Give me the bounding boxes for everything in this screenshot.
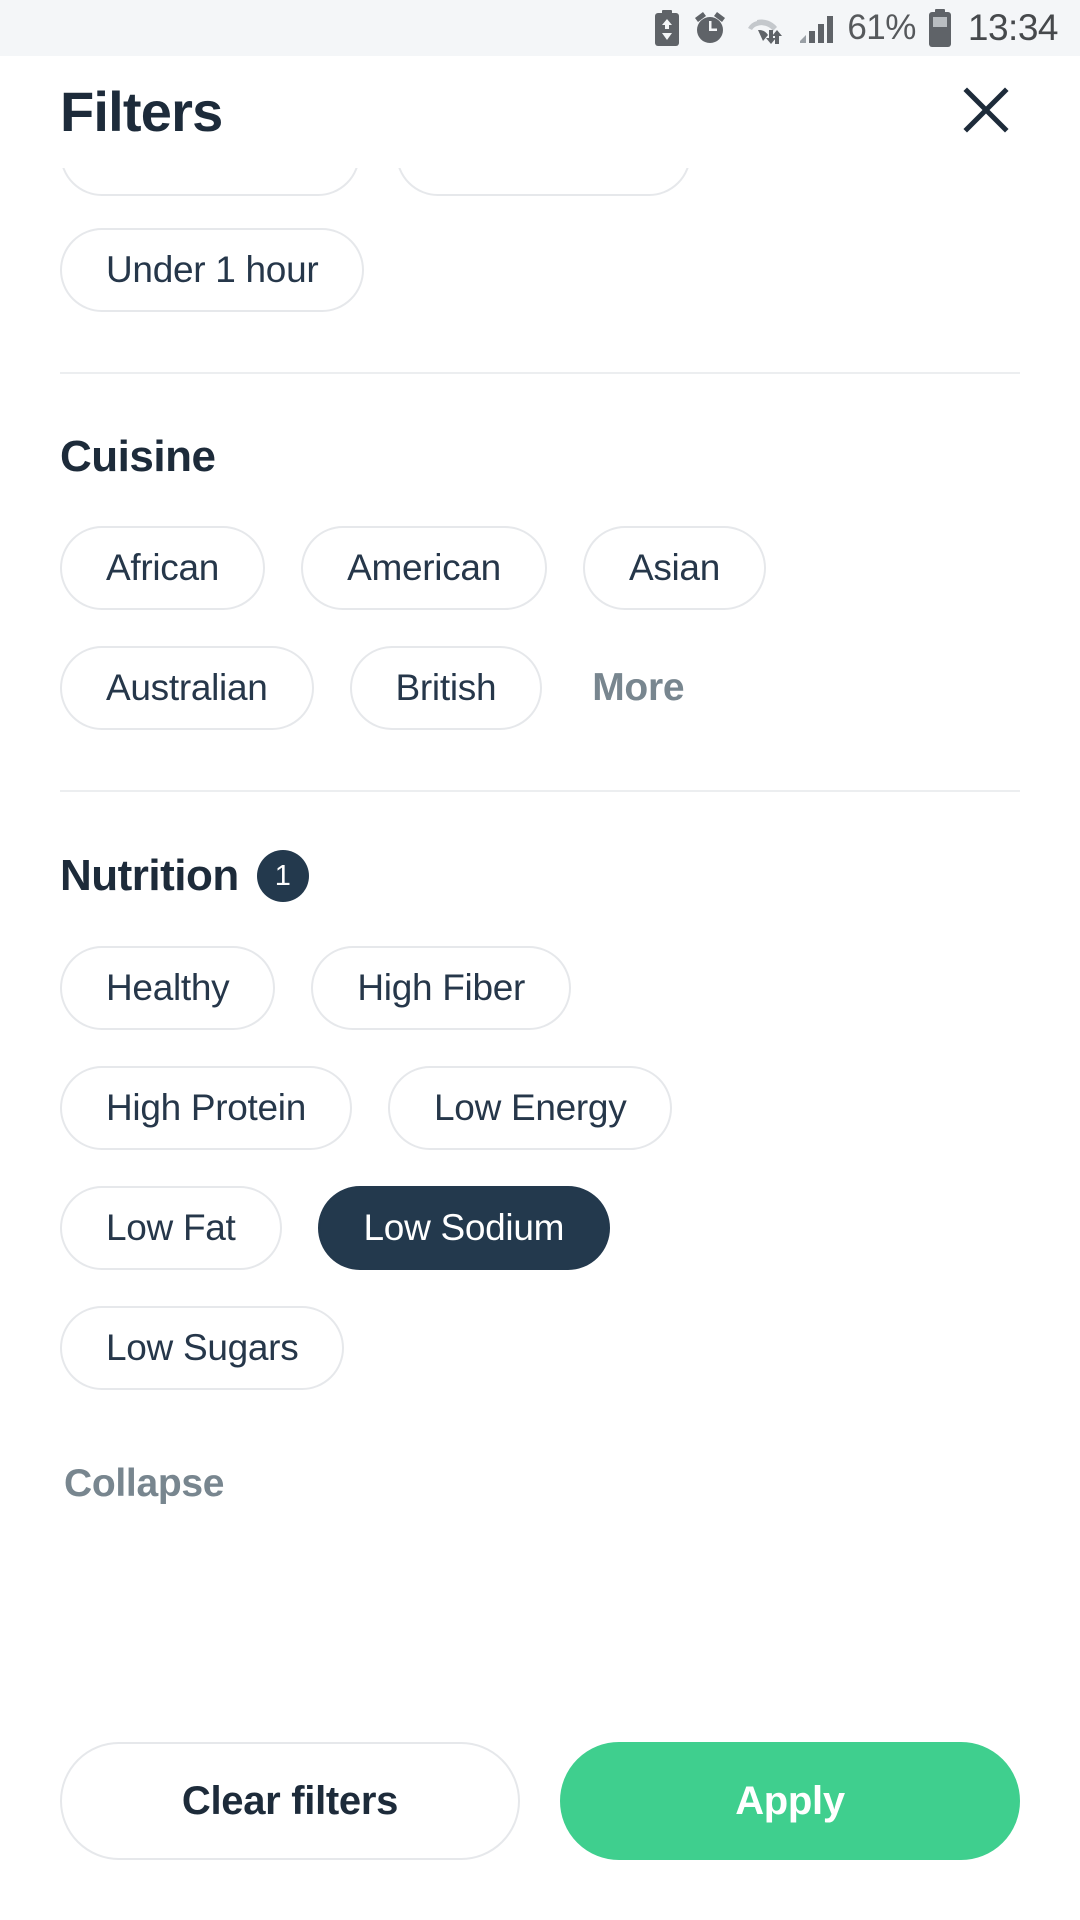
chip-healthy[interactable]: Healthy: [60, 946, 276, 1030]
wifi-data-transfer-icon: [739, 10, 787, 46]
time-chip-row: Under 1 hour: [60, 228, 1020, 348]
apply-button[interactable]: Apply: [560, 1742, 1020, 1860]
nutrition-chip-row-4: Low Sugars: [60, 1306, 1020, 1426]
battery-saver-icon: [653, 10, 681, 46]
alarm-clock-icon: [692, 10, 728, 46]
nutrition-count-badge: 1: [256, 850, 309, 902]
section-title-label: Cuisine: [60, 432, 216, 481]
nutrition-chip-row-3: Low Fat Low Sodium: [60, 1186, 1020, 1306]
clipped-chip-row: [60, 168, 1020, 198]
cuisine-chip-row-1: African American Asian: [60, 526, 1020, 646]
status-bar-items: 61% 13:34: [653, 7, 1059, 49]
filters-screen: 61% 13:34 Filters Under 1 hour Cuisine A…: [0, 0, 1080, 1920]
chip-under-1-hour[interactable]: Under 1 hour: [60, 228, 365, 312]
chip-low-sugars[interactable]: Low Sugars: [60, 1306, 345, 1390]
section-title-nutrition: Nutrition 1: [60, 850, 1020, 902]
section-nutrition: Nutrition 1 Healthy High Fiber High Prot…: [60, 792, 1020, 1512]
chip-high-fiber[interactable]: High Fiber: [311, 946, 572, 1030]
clear-filters-button[interactable]: Clear filters: [60, 1742, 520, 1860]
nutrition-collapse-link[interactable]: Collapse: [60, 1456, 228, 1512]
nutrition-chip-row-2: High Protein Low Energy: [60, 1066, 1020, 1186]
close-button[interactable]: [950, 76, 1022, 148]
chip-high-protein[interactable]: High Protein: [60, 1066, 353, 1150]
cuisine-chip-row-2: Australian British More: [60, 646, 1020, 766]
page-title: Filters: [60, 80, 223, 143]
nutrition-chip-row-1: Healthy High Fiber: [60, 946, 1020, 1066]
section-title-label: Nutrition: [60, 851, 239, 900]
cellular-signal-icon: [798, 11, 836, 45]
clock-label: 13:34: [967, 7, 1059, 48]
section-title-cuisine: Cuisine: [60, 432, 1020, 482]
chip-australian[interactable]: Australian: [60, 646, 314, 730]
chip-low-fat[interactable]: Low Fat: [60, 1186, 282, 1270]
clipped-chip[interactable]: [60, 168, 360, 196]
close-icon: [960, 84, 1012, 141]
chip-british[interactable]: British: [349, 646, 543, 730]
battery-icon: [927, 9, 953, 47]
chip-low-energy[interactable]: Low Energy: [388, 1066, 673, 1150]
clipped-chip[interactable]: [396, 168, 691, 196]
battery-percent-label: 61%: [847, 8, 916, 47]
chip-american[interactable]: American: [301, 526, 547, 610]
filters-footer: Clear filters Apply: [0, 1742, 1080, 1920]
filters-scroll-area[interactable]: Under 1 hour Cuisine African American As…: [0, 168, 1080, 1742]
chip-low-sodium[interactable]: Low Sodium: [317, 1186, 611, 1270]
cuisine-more-link[interactable]: More: [578, 646, 698, 730]
chip-african[interactable]: African: [60, 526, 266, 610]
chip-asian[interactable]: Asian: [582, 526, 766, 610]
filters-header: Filters: [0, 56, 1080, 168]
status-bar: 61% 13:34: [0, 0, 1080, 56]
section-cuisine: Cuisine African American Asian Australia…: [60, 374, 1020, 766]
